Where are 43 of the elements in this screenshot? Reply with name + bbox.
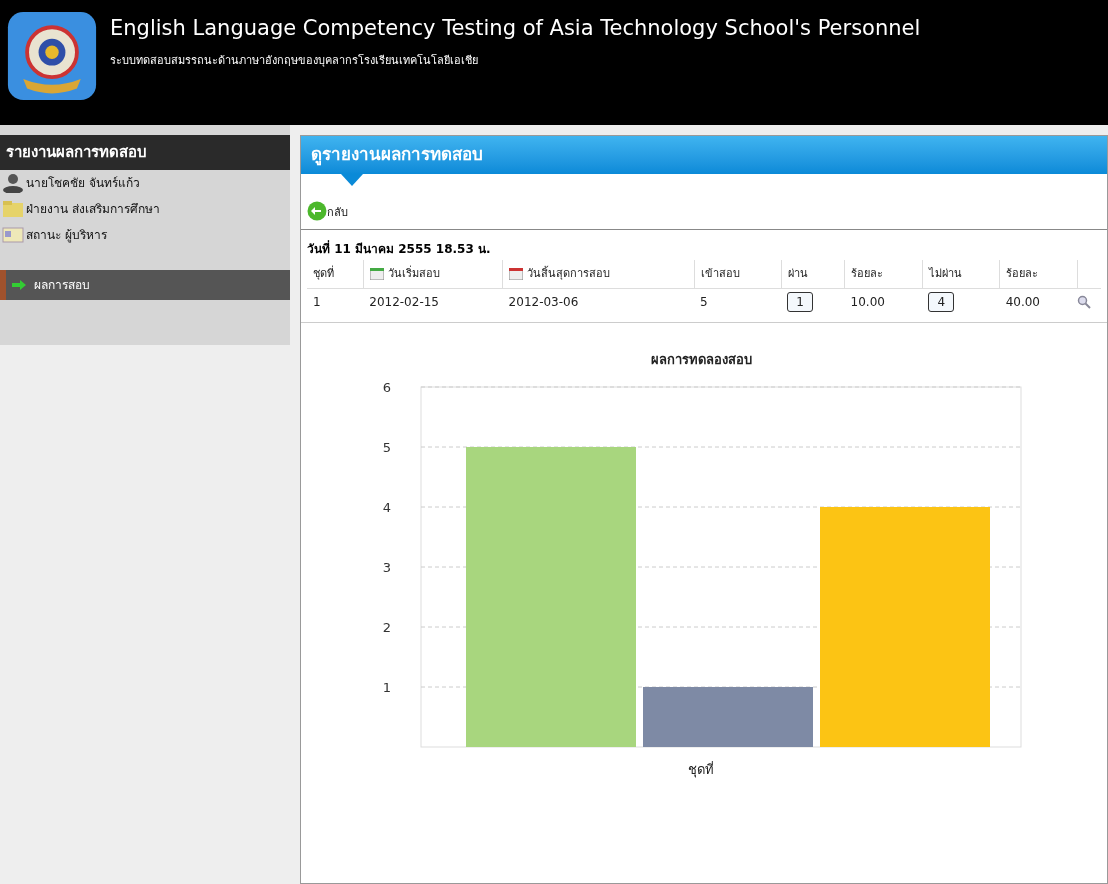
table-cell: 5 [700, 295, 708, 309]
x-axis-label: ชุดที่ [688, 762, 714, 777]
y-tick-label: 4 [382, 500, 391, 515]
column-header: ชุดที่ [307, 260, 364, 288]
table-cell: 1 [313, 295, 321, 309]
y-tick-label: 6 [382, 380, 391, 395]
user-info-text: นายโชคชัย จันทร์แก้ว [26, 174, 140, 192]
user-info-text: ฝ่ายงาน ส่งเสริมการศึกษา [26, 200, 160, 218]
column-header: วันสิ้นสุดการสอบ [502, 260, 695, 288]
card-icon [2, 225, 24, 244]
page-title: ดูรายงานผลการทดสอบ [311, 143, 483, 168]
table-cell: 2012-03-06 [508, 295, 579, 309]
y-tick-label: 2 [382, 620, 391, 635]
calendar-icon [509, 267, 524, 280]
table-cell: 10.00 [850, 295, 885, 309]
user-avatar-icon [2, 172, 24, 193]
date-text: วันที่ 11 มีนาคม 2555 18.53 น. [306, 239, 492, 258]
column-header: ร้อยละ [844, 260, 923, 288]
sidebar-title: รายงานผลการทดสอบ [0, 135, 290, 170]
sidebar-menu-item[interactable]: ผลการสอบ [0, 269, 290, 300]
count-link[interactable]: 4 [928, 292, 955, 313]
user-info-text: สถานะ ผู้บริหาร [26, 226, 107, 244]
column-header: ไม่ผ่าน [922, 260, 1000, 288]
site-subtitle: ระบบทดสอบสมรรถนะด้านภาษาอังกฤษของบุคลากรโรงเรียนเทคโนโลยีเอเชีย [110, 53, 479, 69]
count-link[interactable]: 1 [787, 292, 813, 313]
column-header: วันเริ่มสอบ [363, 260, 503, 288]
calendar-icon [369, 267, 384, 280]
search-icon[interactable] [1077, 295, 1092, 310]
column-header: ร้อยละ [999, 260, 1078, 288]
arrow-right-icon [12, 279, 26, 290]
table-cell: 40.00 [1005, 295, 1040, 309]
site-title: English Language Competency Testing of Asia Technology School's Personnel [110, 18, 921, 39]
back-button[interactable]: กลับ [307, 201, 348, 221]
column-header: ผ่าน [781, 260, 845, 288]
column-header: เข้าสอบ [694, 260, 782, 288]
chart-title: ผลการทดลองสอบ [650, 352, 752, 367]
y-tick-label: 3 [382, 560, 391, 575]
table-cell: 2012-02-15 [369, 295, 439, 309]
school-logo-icon [6, 10, 98, 102]
y-tick-label: 1 [382, 680, 391, 695]
y-tick-label: 5 [382, 440, 391, 455]
title-pointer-icon [341, 174, 363, 186]
folder-icon [2, 199, 24, 218]
